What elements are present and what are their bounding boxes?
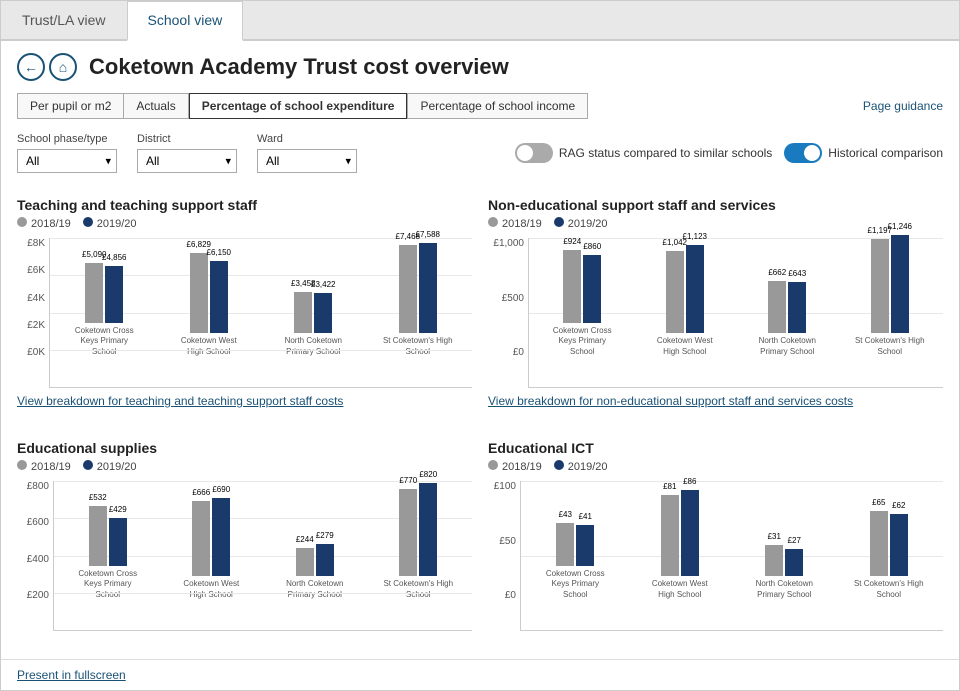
ict-school-2: £81 £86 Coketown West High School bbox=[630, 490, 731, 600]
educational-ict-chart-section: Educational ICT 2018/19 2019/20 £100£50£… bbox=[488, 432, 943, 639]
legend-2018-19-es: 2018/19 bbox=[17, 460, 71, 473]
teaching-chart: £8K£6K£4K£2K£0K bbox=[17, 238, 472, 388]
non-educational-chart: £1,000£500£0 £924 bbox=[488, 238, 943, 388]
phase-select[interactable]: All bbox=[17, 149, 117, 173]
filters-row: School phase/type All District All Ward bbox=[17, 133, 943, 173]
phase-filter: School phase/type All bbox=[17, 133, 117, 173]
district-label: District bbox=[137, 133, 237, 145]
teaching-school-4: £7,468 £7,588 St Coketown's High School bbox=[368, 243, 469, 357]
non-educational-breakdown-link[interactable]: View breakdown for non-educational suppo… bbox=[488, 394, 943, 408]
teaching-breakdown-link[interactable]: View breakdown for teaching and teaching… bbox=[17, 394, 472, 408]
es-school-1: £532 £429 Coketown Cross Keys Primary Sc… bbox=[58, 506, 158, 600]
ne-school-2: £1,042 £1,123 Coketown West High School bbox=[636, 245, 735, 357]
legend-2019-20-es: 2019/20 bbox=[83, 460, 137, 473]
back-button[interactable]: ← bbox=[17, 53, 45, 81]
phase-label: School phase/type bbox=[17, 133, 117, 145]
district-select-wrapper: All bbox=[137, 149, 237, 173]
ne-school-1: £924 £860 Coketown Cross Keys Primary Sc… bbox=[533, 250, 632, 357]
historical-toggle[interactable] bbox=[784, 143, 822, 163]
ward-label: Ward bbox=[257, 133, 357, 145]
rag-toggle[interactable] bbox=[515, 143, 553, 163]
es-school-4: £770 £820 St Coketown's High School bbox=[369, 483, 469, 600]
district-select[interactable]: All bbox=[137, 149, 237, 173]
page-guidance-link[interactable]: Page guidance bbox=[863, 99, 943, 113]
teaching-chart-title: Teaching and teaching support staff bbox=[17, 197, 472, 213]
legend-2019-20-ict: 2019/20 bbox=[554, 460, 608, 473]
nav-buttons: ← ⌂ bbox=[17, 53, 77, 81]
teaching-chart-section: Teaching and teaching support staff 2018… bbox=[17, 189, 472, 416]
educational-ict-chart-title: Educational ICT bbox=[488, 440, 943, 456]
ict-school-3: £31 £27 North Coketown Primary School bbox=[734, 545, 835, 600]
educational-supplies-chart-section: Educational supplies 2018/19 2019/20 £80… bbox=[17, 432, 472, 639]
district-filter: District All bbox=[137, 133, 237, 173]
tab-school-view[interactable]: School view bbox=[127, 1, 244, 41]
ward-filter: Ward All bbox=[257, 133, 357, 173]
non-educational-chart-title: Non-educational support staff and servic… bbox=[488, 197, 943, 213]
educational-supplies-legend: 2018/19 2019/20 bbox=[17, 460, 472, 473]
teaching-school-2: £6,829 £6,150 Coketown West High School bbox=[159, 253, 260, 357]
es-school-3: £244 £279 North Coketown Primary School bbox=[265, 544, 365, 600]
filter-tab-pct-expenditure[interactable]: Percentage of school expenditure bbox=[189, 93, 408, 119]
legend-2018-19-ict: 2018/19 bbox=[488, 460, 542, 473]
rag-label: RAG status compared to similar schools bbox=[559, 146, 772, 160]
legend-2019-20: 2019/20 bbox=[83, 217, 137, 230]
present-fullscreen-link[interactable]: Present in fullscreen bbox=[1, 659, 959, 690]
educational-supplies-chart-title: Educational supplies bbox=[17, 440, 472, 456]
phase-select-wrapper: All bbox=[17, 149, 117, 173]
legend-2018-19-ne: 2018/19 bbox=[488, 217, 542, 230]
main-container: Trust/LA view School view ← ⌂ Coketown A… bbox=[0, 0, 960, 691]
legend-2018-19: 2018/19 bbox=[17, 217, 71, 230]
tab-trust-la[interactable]: Trust/LA view bbox=[1, 1, 127, 39]
page-header: ← ⌂ Coketown Academy Trust cost overview bbox=[17, 53, 943, 81]
historical-label: Historical comparison bbox=[828, 146, 943, 160]
legend-2019-20-ne: 2019/20 bbox=[554, 217, 608, 230]
filter-tabs-row: Per pupil or m2 Actuals Percentage of sc… bbox=[17, 93, 943, 119]
filter-tab-pct-income[interactable]: Percentage of school income bbox=[407, 93, 588, 119]
ward-select[interactable]: All bbox=[257, 149, 357, 173]
toggles-area: RAG status compared to similar schools H… bbox=[515, 143, 943, 163]
educational-ict-legend: 2018/19 2019/20 bbox=[488, 460, 943, 473]
ict-school-1: £43 £41 Coketown Cross Keys Primary Scho… bbox=[525, 523, 626, 600]
educational-supplies-chart: £800£600£400£200 £532 bbox=[17, 481, 472, 631]
main-content: ← ⌂ Coketown Academy Trust cost overview… bbox=[1, 41, 959, 651]
historical-toggle-group: Historical comparison bbox=[784, 143, 943, 163]
rag-toggle-group: RAG status compared to similar schools bbox=[515, 143, 772, 163]
teaching-school-1: £5,090 £4,856 Coketown Cross Keys Primar… bbox=[54, 263, 155, 357]
charts-grid: Teaching and teaching support staff 2018… bbox=[17, 189, 943, 639]
filter-tab-per-pupil[interactable]: Per pupil or m2 bbox=[17, 93, 123, 119]
page-title: Coketown Academy Trust cost overview bbox=[89, 54, 509, 80]
filter-tab-actuals[interactable]: Actuals bbox=[123, 93, 188, 119]
ne-school-4: £1,197 £1,246 St Coketown's High School bbox=[841, 235, 940, 357]
ne-school-3: £662 £643 North Coketown Primary School bbox=[738, 281, 837, 357]
educational-ict-chart: £100£50£0 £43 bbox=[488, 481, 943, 631]
es-school-2: £666 £690 Coketown West High School bbox=[162, 498, 262, 600]
top-tabs: Trust/LA view School view bbox=[1, 1, 959, 41]
home-button[interactable]: ⌂ bbox=[49, 53, 77, 81]
non-educational-chart-section: Non-educational support staff and servic… bbox=[488, 189, 943, 416]
teaching-legend: 2018/19 2019/20 bbox=[17, 217, 472, 230]
ward-select-wrapper: All bbox=[257, 149, 357, 173]
teaching-school-3: £3,458 £3,422 North Coketown Primary Sch… bbox=[263, 292, 364, 357]
